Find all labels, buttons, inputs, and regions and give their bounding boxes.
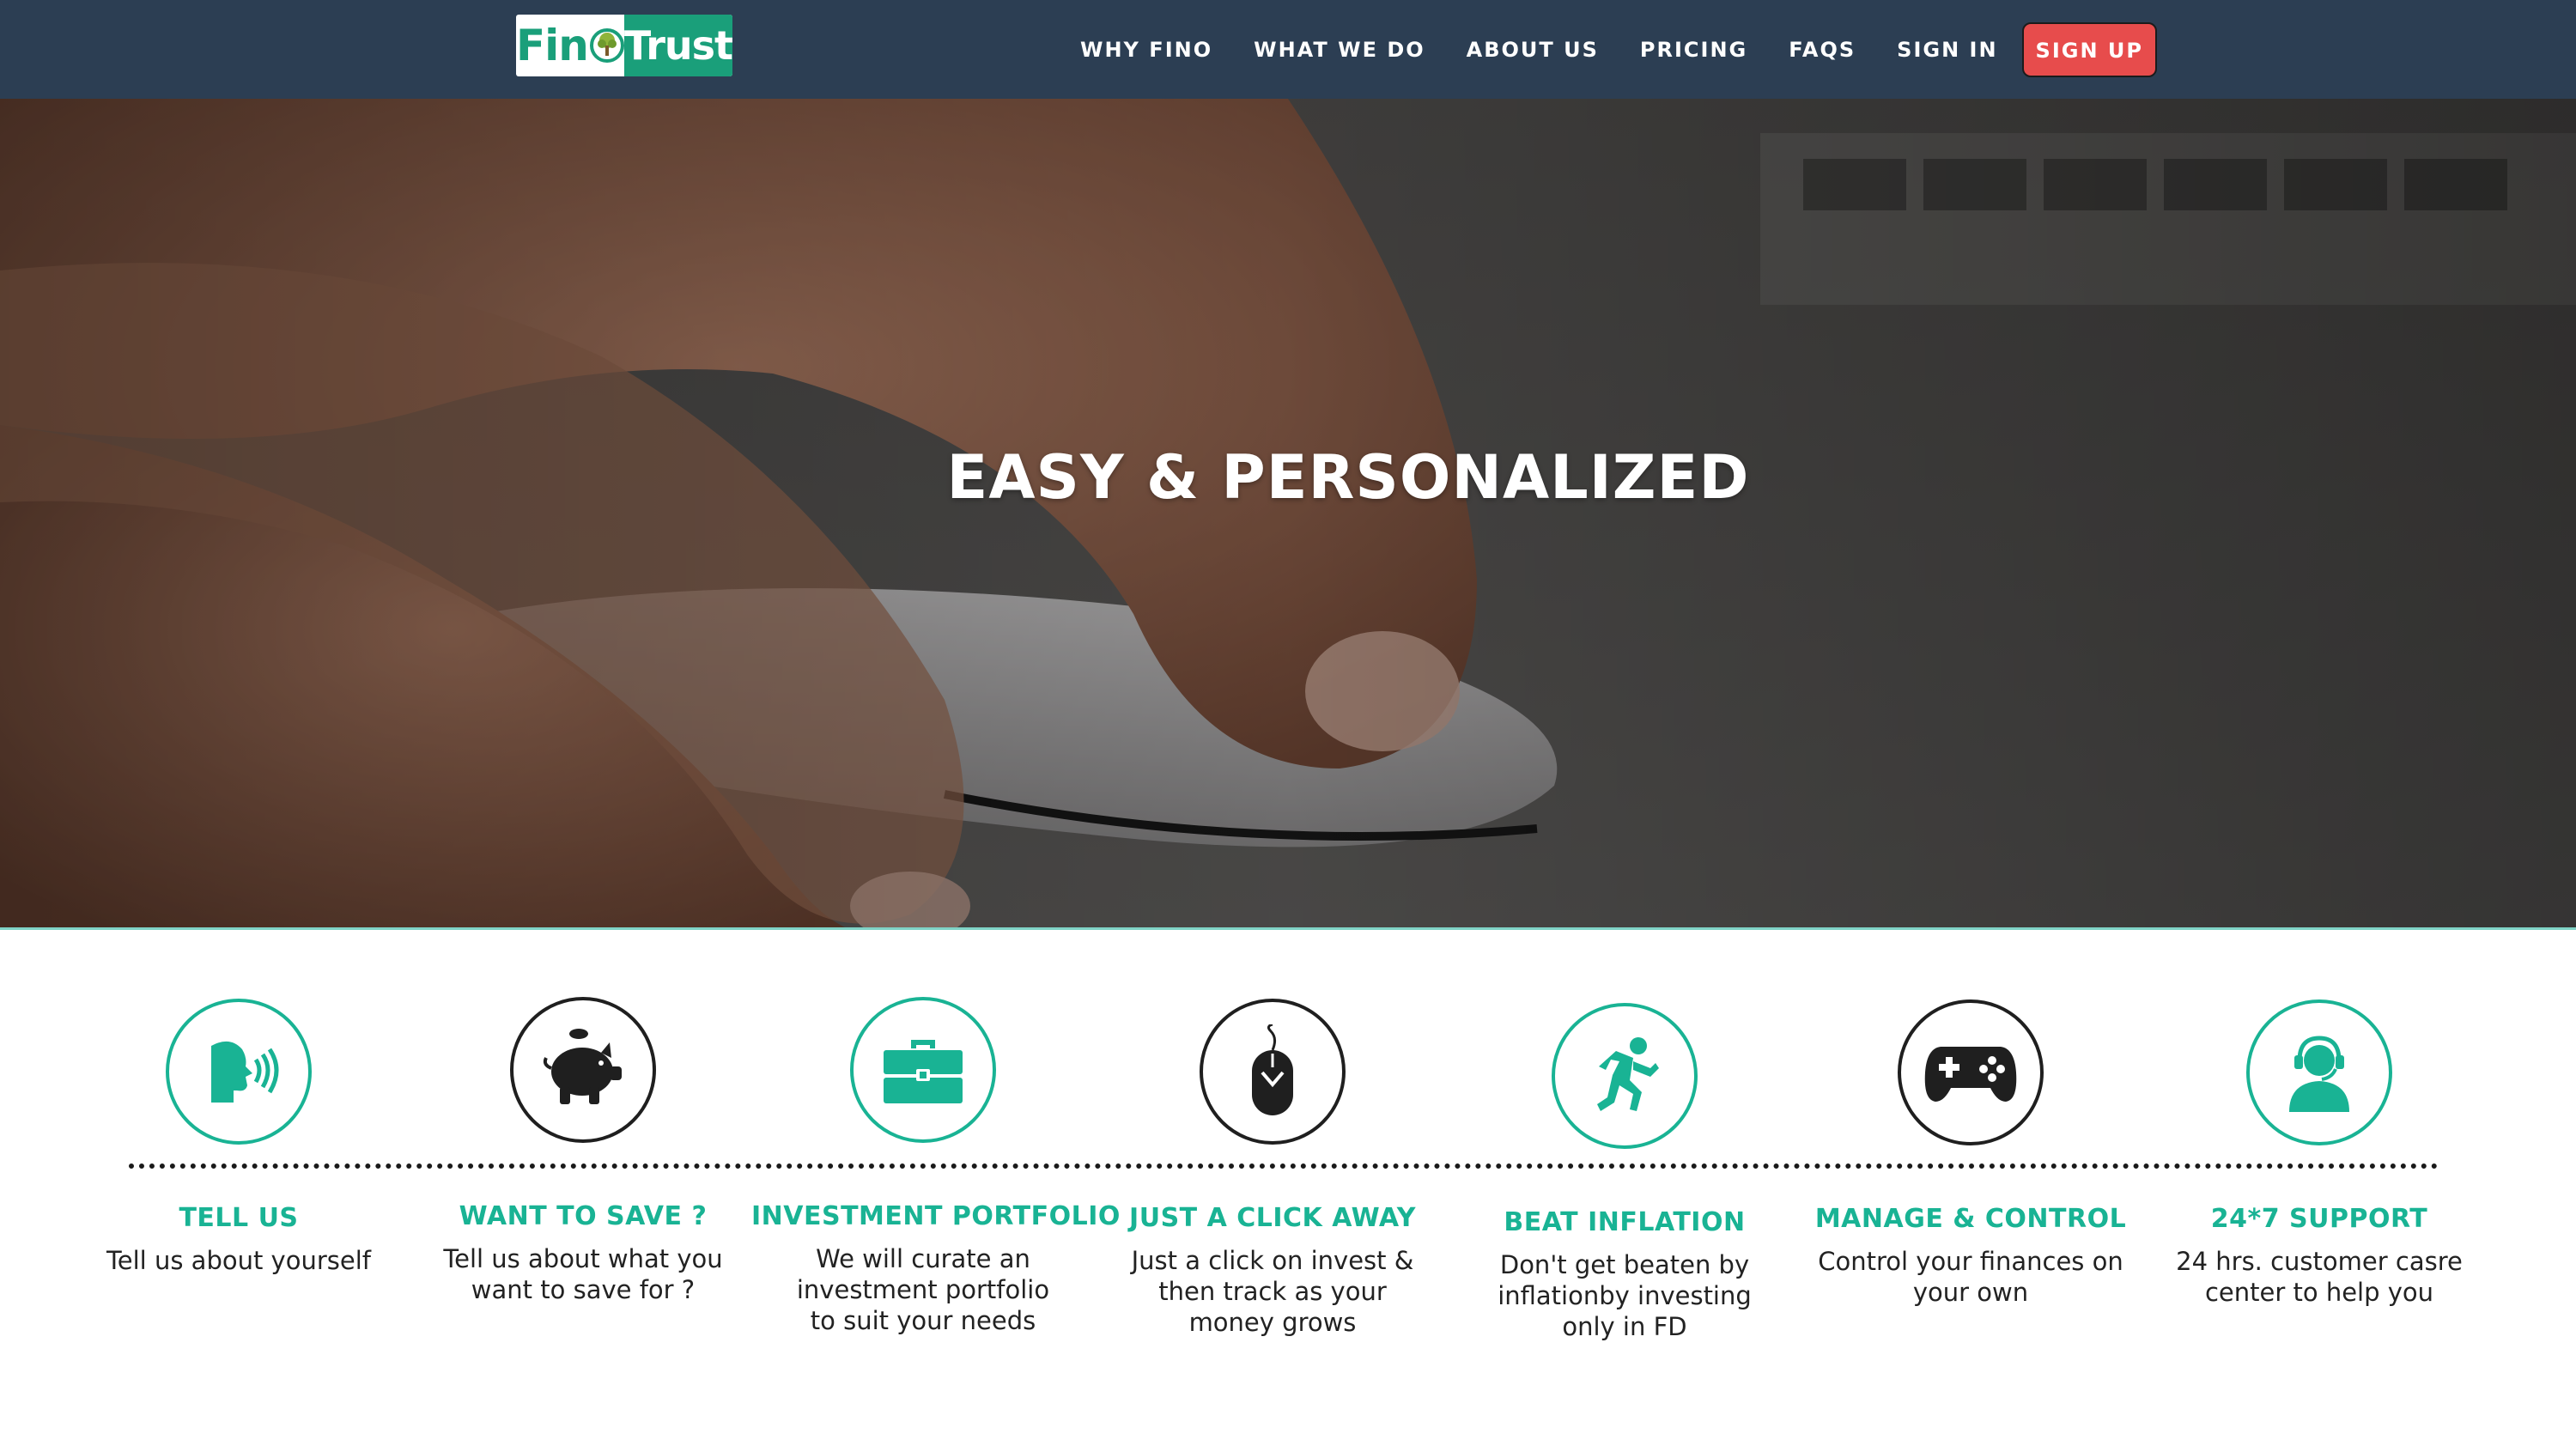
feature-support: 24*7 SUPPORT 24 hrs. customer casre cent…	[2148, 999, 2491, 1308]
top-navbar: Fin Trust WHY FINO WHAT WE DO ABOUT US P…	[0, 0, 2576, 99]
gamepad-icon	[1898, 999, 2044, 1145]
nav-menu: WHY FINO WHAT WE DO ABOUT US PRICING FAQ…	[1080, 0, 2157, 99]
logo-text-fin: Fin	[516, 21, 589, 70]
feature-manage-and-control: MANAGE & CONTROL Control your finances o…	[1799, 999, 2142, 1308]
feature-just-a-click-away: JUST A CLICK AWAY Just a click on invest…	[1101, 999, 1444, 1338]
nav-faqs[interactable]: FAQS	[1789, 38, 1856, 62]
feature-title: BEAT INFLATION	[1504, 1207, 1746, 1237]
features-section: TELL US Tell us about yourself WANT TO S…	[0, 930, 2576, 1452]
feature-description: Don't get beaten by inflationby investin…	[1498, 1250, 1752, 1341]
hero-photo-hand-on-mouse	[0, 99, 2576, 928]
feature-description: Control your finances on your own	[1818, 1247, 2123, 1307]
fintrust-logo[interactable]: Fin Trust	[516, 15, 732, 76]
speaking-head-icon	[166, 999, 312, 1145]
feature-description: Tell us about what you want to save for …	[443, 1244, 723, 1304]
feature-title: INVESTMENT PORTFOLIO	[751, 1201, 1121, 1231]
hero-banner: EASY & PERSONALIZED	[0, 99, 2576, 928]
feature-description: Tell us about yourself	[106, 1246, 371, 1275]
nav-about-us[interactable]: ABOUT US	[1467, 38, 1599, 62]
feature-description: We will curate an investment portfolio t…	[796, 1244, 1050, 1335]
nav-what-we-do[interactable]: WHAT WE DO	[1254, 38, 1425, 62]
feature-title: 24*7 SUPPORT	[2210, 1204, 2428, 1234]
logo-text-trust: Trust	[623, 15, 732, 76]
feature-tell-us: TELL US Tell us about yourself	[67, 999, 410, 1276]
feature-title: TELL US	[179, 1203, 299, 1233]
feature-beat-inflation: BEAT INFLATION Don't get beaten by infla…	[1453, 1003, 1796, 1342]
briefcase-icon	[850, 997, 996, 1143]
feature-title: WANT TO SAVE ?	[459, 1201, 708, 1231]
hero-title: EASY & PERSONALIZED	[946, 442, 1750, 513]
tree-icon	[589, 15, 624, 76]
nav-why-fino[interactable]: WHY FINO	[1080, 38, 1212, 62]
sign-up-button[interactable]: SIGN UP	[2021, 21, 2157, 77]
feature-title: JUST A CLICK AWAY	[1129, 1203, 1416, 1233]
nav-pricing[interactable]: PRICING	[1640, 38, 1747, 62]
piggy-bank-icon	[510, 997, 656, 1143]
feature-investment-portfolio: INVESTMENT PORTFOLIO We will curate an i…	[751, 997, 1121, 1336]
feature-description: 24 hrs. customer casre center to help yo…	[2176, 1247, 2463, 1307]
nav-sign-in[interactable]: SIGN IN	[1897, 38, 1997, 62]
runner-icon	[1552, 1003, 1698, 1149]
feature-title: MANAGE & CONTROL	[1814, 1204, 2127, 1234]
support-agent-icon	[2246, 999, 2392, 1145]
feature-want-to-save: WANT TO SAVE ? Tell us about what you wa…	[411, 997, 755, 1305]
mouse-icon	[1200, 999, 1346, 1145]
feature-description: Just a click on invest & then track as y…	[1131, 1246, 1414, 1337]
